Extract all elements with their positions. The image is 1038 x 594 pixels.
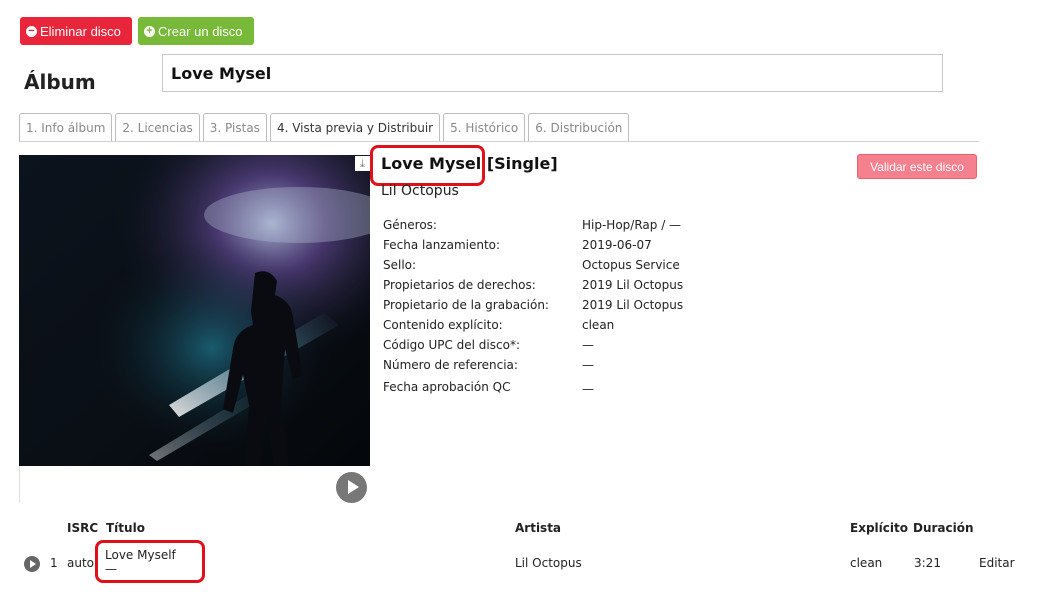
meta-recording-owner-value: 2019 Lil Octopus: [582, 298, 684, 312]
meta-label-value: Octopus Service: [582, 258, 680, 272]
meta-reference-label: Número de referencia:: [383, 358, 518, 372]
meta-recording-owner-label: Propietario de la grabación:: [383, 298, 549, 312]
album-title-input[interactable]: [162, 54, 943, 92]
download-icon[interactable]: ⤓: [355, 156, 370, 171]
col-header-artist: Artista: [515, 521, 562, 535]
minus-circle-icon: −: [26, 25, 37, 37]
col-header-duration: Duración: [913, 521, 974, 535]
tab-distribution[interactable]: 6. Distribución: [528, 113, 630, 141]
tab-info-album[interactable]: 1. Info álbum: [19, 113, 113, 141]
meta-release-date-label: Fecha lanzamiento:: [383, 238, 501, 252]
meta-explicit-value: clean: [582, 318, 615, 332]
plus-circle-icon: +: [144, 25, 155, 37]
track-isrc: auto: [67, 556, 95, 570]
cover-frame: [19, 466, 371, 503]
meta-qc-date-value: —: [582, 382, 594, 396]
album-label: Álbum: [24, 70, 96, 94]
track-edit-link[interactable]: Editar: [979, 556, 1015, 570]
track-number: 1: [50, 556, 58, 570]
meta-upc-label: Código UPC del disco*:: [383, 338, 520, 352]
track-play-icon[interactable]: [24, 556, 40, 572]
create-disc-button[interactable]: + Crear un disco: [138, 17, 254, 45]
cover-art: [19, 155, 370, 466]
delete-disc-label: Eliminar disco: [40, 23, 121, 39]
col-header-title: Título: [106, 521, 145, 535]
tab-tracks[interactable]: 3. Pistas: [202, 113, 267, 141]
meta-upc-value: —: [582, 338, 594, 352]
create-disc-label: Crear un disco: [158, 23, 243, 39]
col-header-explicit: Explícito: [850, 521, 908, 535]
delete-disc-button[interactable]: − Eliminar disco: [20, 17, 132, 45]
meta-release-date-value: 2019-06-07: [582, 238, 652, 252]
track-duration: 3:21: [914, 556, 941, 570]
meta-reference-value: —: [582, 358, 594, 372]
highlight-release-title: [370, 145, 485, 186]
release-artist: Lil Octopus: [381, 183, 459, 199]
track-explicit: clean: [850, 556, 883, 570]
meta-label-label: Sello:: [383, 258, 417, 272]
play-icon[interactable]: [336, 472, 367, 503]
tab-preview-distribute[interactable]: 4. Vista previa y Distribuir: [269, 113, 441, 142]
meta-genres-value: Hip-Hop/Rap / —: [582, 218, 682, 232]
meta-genres-label: Géneros:: [383, 218, 437, 232]
validate-disc-button[interactable]: Validar este disco: [857, 154, 977, 179]
tab-bar: 1. Info álbum 2. Licencias 3. Pistas 4. …: [19, 113, 632, 142]
meta-rights-owners-value: 2019 Lil Octopus: [582, 278, 684, 292]
meta-explicit-label: Contenido explícito:: [383, 318, 503, 332]
highlight-track-title: [95, 540, 205, 583]
meta-rights-owners-label: Propietarios de derechos:: [383, 278, 536, 292]
tab-history[interactable]: 5. Histórico: [443, 113, 526, 141]
tab-divider: [19, 141, 979, 142]
col-header-isrc: ISRC: [67, 521, 99, 535]
tab-licenses[interactable]: 2. Licencias: [115, 113, 200, 141]
meta-qc-date-label: Fecha aprobación QC: [383, 380, 511, 394]
track-artist: Lil Octopus: [515, 556, 582, 570]
